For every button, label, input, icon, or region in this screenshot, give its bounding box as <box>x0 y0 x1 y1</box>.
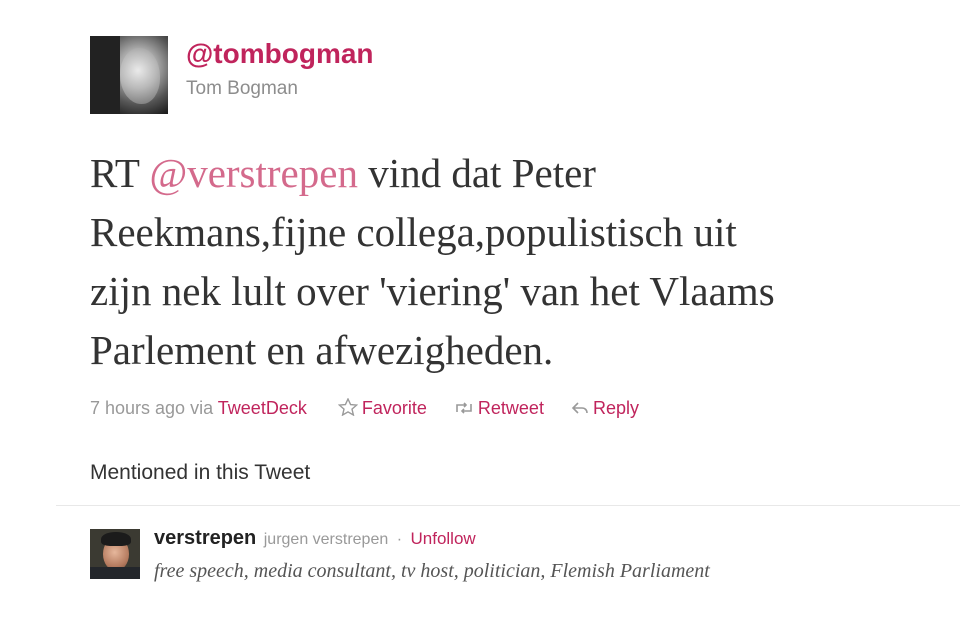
retweet-icon <box>454 398 474 418</box>
mentioned-user-card: verstrepen jurgen verstrepen · Unfollow … <box>90 526 950 626</box>
author-screen-name[interactable]: @tombogman <box>186 38 374 70</box>
via-label: via <box>190 398 214 418</box>
mentioned-heading: Mentioned in this Tweet <box>90 461 311 484</box>
tweet-line-1: RT @verstrepen vind dat Peter <box>90 144 950 203</box>
reply-button[interactable]: Reply <box>571 398 639 418</box>
source-link[interactable]: TweetDeck <box>218 398 307 418</box>
avatar-face <box>120 48 160 104</box>
avatar-body <box>90 567 140 579</box>
author-full-name: Tom Bogman <box>186 78 298 99</box>
star-icon <box>337 397 359 418</box>
mentioned-user-avatar[interactable] <box>90 529 140 579</box>
favorite-label: Favorite <box>361 398 427 418</box>
mentioned-user-full-name: jurgen verstrepen <box>263 531 389 548</box>
retweet-label: Retweet <box>477 398 544 418</box>
reply-label: Reply <box>592 398 639 418</box>
tweet-timestamp[interactable]: 7 hours ago <box>90 398 185 418</box>
favorite-button[interactable]: Favorite <box>337 397 427 418</box>
tweet-line-4: Parlement en afwezigheden. <box>90 327 554 373</box>
section-divider <box>56 505 960 506</box>
tweet-line-2: Reekmans,fijne collega,populistisch uit <box>90 209 737 255</box>
avatar-hair <box>101 532 131 546</box>
tweet-meta: 7 hours ago via TweetDeck Favorite Retwe… <box>90 397 639 419</box>
tweet-text: RT @verstrepen vind dat Peter Reekmans,f… <box>90 144 950 380</box>
retweet-button[interactable]: Retweet <box>454 398 544 418</box>
author-avatar[interactable] <box>90 36 168 114</box>
reply-icon <box>571 398 589 418</box>
tweet-prefix: RT <box>90 150 150 196</box>
tweet-line-3: zijn nek lult over 'viering' van het Vla… <box>90 268 775 314</box>
separator-dot: · <box>396 531 403 548</box>
unfollow-button[interactable]: Unfollow <box>410 529 475 548</box>
tweet-mention-link[interactable]: @verstrepen <box>149 150 358 196</box>
mentioned-user-bio: free speech, media consultant, tv host, … <box>154 560 710 582</box>
avatar-shadow <box>90 36 120 114</box>
tweet-line-1-rest: vind dat Peter <box>357 150 596 196</box>
mentioned-user-screen-name[interactable]: verstrepen <box>154 527 256 549</box>
mentioned-user-line: verstrepen jurgen verstrepen · Unfollow <box>154 527 476 550</box>
